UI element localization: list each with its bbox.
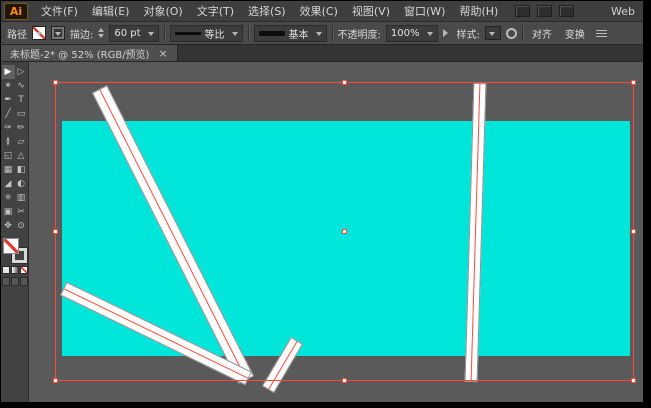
illustrator-app: Ai 文件(F) 编辑(E) 对象(O) 文字(T) 选择(S) 效果(C) 视图(V) 窗口… [1,1,643,402]
align-button[interactable]: 对齐 [528,26,556,41]
lasso-tool[interactable]: ∿ [15,79,28,93]
divider [521,25,523,41]
selection-handle[interactable] [53,378,58,383]
control-bar: 路径 描边: 60 pt 等比 基本 不透明度: 100% 样式: 对齐 变换 [1,22,643,45]
fill-swatch[interactable] [2,238,19,254]
stroke-width-field[interactable]: 60 pt [109,24,159,42]
brush-preview-icon [258,30,285,36]
rectangle-tool[interactable]: ▭ [15,107,28,121]
gradient-mode-button[interactable] [10,266,19,274]
mesh-tool[interactable]: ▦ [2,163,15,177]
selection-handle[interactable] [341,80,347,85]
color-mode-button[interactable] [1,266,10,274]
selection-handle[interactable] [631,80,636,85]
selection-handle[interactable] [631,228,636,234]
menu-选择(S)[interactable]: 选择(S) [241,3,293,19]
selection-tool[interactable]: ▶ [1,65,15,79]
opacity-panel-arrow-icon[interactable] [442,29,452,37]
type-tool[interactable]: T [15,93,28,107]
width-tool[interactable]: ≬ [2,135,15,149]
column-graph-tool[interactable]: ▥ [15,191,28,205]
magic-wand-tool[interactable]: ✶ [2,79,15,93]
stroke-label: 描边: [70,29,94,41]
menubar-menus: 文件(F) 编辑(E) 对象(O) 文字(T) 选择(S) 效果(C) 视图(V) 窗口(W)… [34,3,505,19]
color-mode-row [1,266,28,274]
draw-behind-button[interactable] [10,277,19,286]
menu-文字(T)[interactable]: 文字(T) [190,3,241,19]
selection-type-label: 路径 [7,29,27,41]
cs-services-icon[interactable] [559,5,575,17]
tools-panel: ▶ ▷ ✶ ∿ ✒ T ╱ ▭ ✑ ✏ ≬ ▱ ◱ △ ▦ ◧ ◢ ◐ ✳ ▥ ▣ ✂ ✥ ⊙ [1,62,29,402]
none-mode-button[interactable] [19,266,28,274]
selection-handle[interactable] [53,80,58,85]
menu-编辑(E)[interactable]: 编辑(E) [85,3,137,19]
eyedropper-tool[interactable]: ◢ [2,177,15,191]
close-tab-icon[interactable]: × [158,48,167,59]
brush-definition-dropdown[interactable]: 基本 [253,24,327,42]
style-label: 样式: [456,29,480,41]
panel-menu-icon[interactable] [595,29,607,31]
pencil-tool[interactable]: ✏ [15,121,28,135]
paintbrush-tool[interactable]: ✑ [2,121,15,135]
opacity-value: 100% [390,27,420,39]
tools-grid: ▶ ▷ ✶ ∿ ✒ T ╱ ▭ ✑ ✏ ≬ ▱ ◱ △ ▦ ◧ ◢ ◐ ✳ ▥ ▣ ✂ ✥ ⊙ [1,65,28,233]
document-tab-title: 未标题-2* @ 52% (RGB/预览) [10,49,150,61]
menu-效果(C)[interactable]: 效果(C) [293,3,345,19]
width-profile-dropdown[interactable]: 等比 [169,24,243,42]
opacity-field[interactable]: 100% [385,24,438,42]
slice-tool[interactable]: ✂ [15,205,28,219]
opacity-label: 不透明度: [337,29,381,41]
menubar-right: Web [515,5,643,18]
layout-icon[interactable] [537,5,553,17]
brush-value: 基本 [288,29,309,41]
style-swatch-dropdown[interactable] [484,26,501,40]
gradient-tool[interactable]: ◧ [15,163,28,177]
document-tabbar: 未标题-2* @ 52% (RGB/预览) × [1,45,643,62]
draw-inside-button[interactable] [19,277,28,286]
divider [247,25,249,41]
app-logo-icon: Ai [4,2,28,20]
artboard-tool[interactable]: ▣ [2,205,15,219]
zoom-tool[interactable]: ⊙ [15,219,28,233]
fill-color-swatch[interactable] [32,26,46,40]
shape-builder-tool[interactable]: ◱ [2,149,15,163]
selection-handle[interactable] [631,378,636,383]
stroke-color-swatch[interactable] [51,26,65,40]
symbol-sprayer-tool[interactable]: ✳ [2,191,15,205]
canvas[interactable] [29,62,643,402]
transform-button[interactable]: 变换 [561,26,589,41]
menu-窗口(W)[interactable]: 窗口(W) [397,3,452,19]
direct-selection-tool[interactable]: ▷ [15,65,28,79]
selection-handle[interactable] [341,378,347,383]
fill-stroke-indicator [2,238,28,264]
menu-对象(O)[interactable]: 对象(O) [136,3,189,19]
divider [163,25,165,41]
main-area: ▶ ▷ ✶ ∿ ✒ T ╱ ▭ ✑ ✏ ≬ ▱ ◱ △ ▦ ◧ ◢ ◐ ✳ ▥ ▣ ✂ ✥ ⊙ [1,62,643,402]
draw-mode-row [1,277,28,286]
line-segment-tool[interactable]: ╱ [2,107,15,121]
selection-handle[interactable] [53,228,58,234]
stroke-width-stepper[interactable] [98,25,105,41]
app-window: Ai 文件(F) 编辑(E) 对象(O) 文字(T) 选择(S) 效果(C) 视图(V) 窗口… [0,0,651,408]
document-tab[interactable]: 未标题-2* @ 52% (RGB/预览) × [1,45,178,61]
perspective-grid-tool[interactable]: △ [15,149,28,163]
menubar: Ai 文件(F) 编辑(E) 对象(O) 文字(T) 选择(S) 效果(C) 视图(V) 窗口… [1,1,643,22]
workspace-switcher[interactable]: Web [611,5,635,18]
selection-center-handle[interactable] [341,228,347,234]
menu-帮助(H)[interactable]: 帮助(H) [452,3,505,19]
divider [331,25,333,41]
hand-tool[interactable]: ✥ [2,219,15,233]
recolor-artwork-icon[interactable] [505,27,517,39]
menu-文件(F)[interactable]: 文件(F) [34,3,85,19]
free-transform-tool[interactable]: ▱ [15,135,28,149]
draw-normal-button[interactable] [1,277,10,286]
width-profile-value: 等比 [204,29,225,41]
menu-视图(V)[interactable]: 视图(V) [345,3,397,19]
selection-bounding-box [53,80,636,383]
line-profile-icon [174,31,201,35]
blend-tool[interactable]: ◐ [15,177,28,191]
pen-tool[interactable]: ✒ [2,93,15,107]
arrange-documents-icon[interactable] [515,5,531,17]
stroke-width-value: 60 pt [114,27,141,39]
